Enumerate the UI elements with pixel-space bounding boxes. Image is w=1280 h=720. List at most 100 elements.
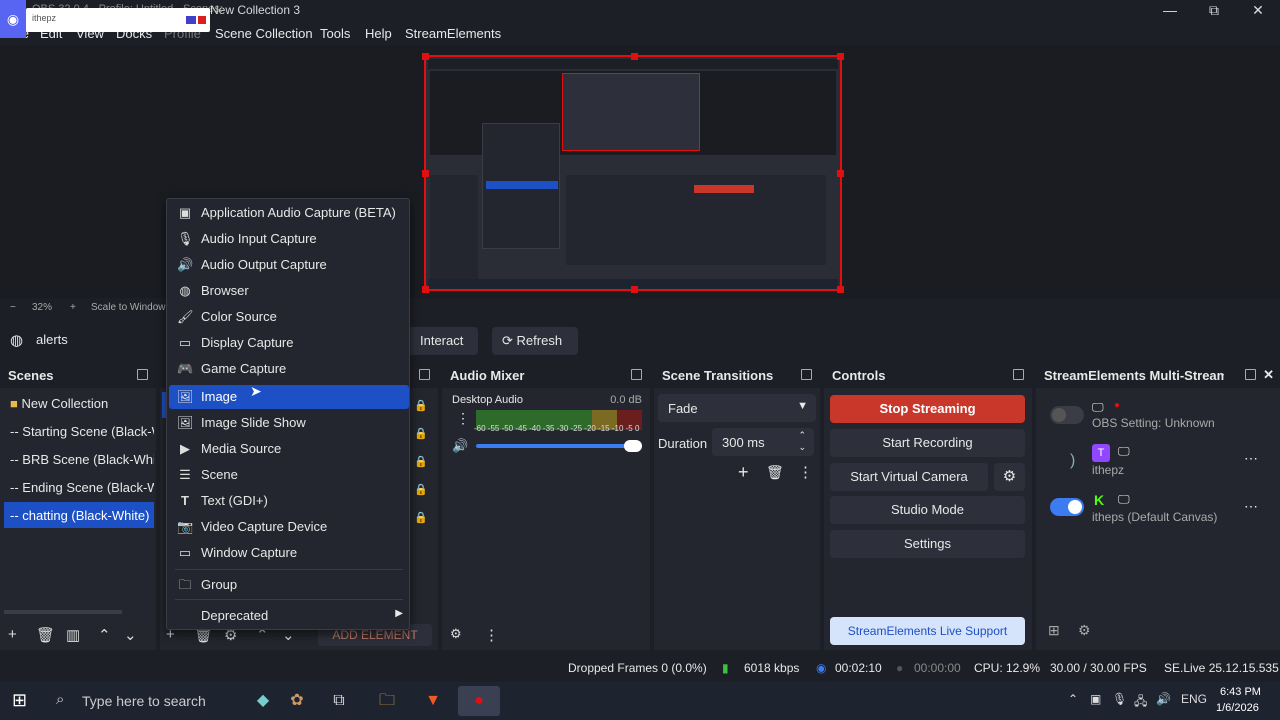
brave-icon[interactable]: ▼	[416, 686, 450, 716]
volume-slider-handle[interactable]	[624, 440, 642, 452]
undock-icon[interactable]	[1245, 369, 1256, 380]
scale-to-window[interactable]: Scale to Window	[91, 302, 165, 313]
undock-icon[interactable]	[801, 369, 812, 380]
studio-mode-button[interactable]: Studio Mode	[830, 496, 1025, 524]
start-recording-button[interactable]: Start Recording	[830, 429, 1025, 457]
gear-icon[interactable]: ⚙	[450, 626, 462, 642]
menu-item-browser[interactable]: ◍ Browser	[169, 279, 409, 303]
scrollbar[interactable]	[4, 610, 122, 614]
stream-toggle[interactable]	[1050, 498, 1084, 516]
settings-button[interactable]: Settings	[830, 530, 1025, 558]
file-explorer-icon[interactable]: 🗀	[370, 686, 404, 716]
menu-item-image[interactable]: 🖼 Image	[169, 385, 409, 409]
add-icon[interactable]: +	[738, 462, 749, 483]
stream-toggle[interactable]	[1050, 406, 1084, 424]
zoom-in-button[interactable]: +	[70, 302, 76, 313]
lock-icon[interactable]: 🔒	[414, 399, 428, 412]
scene-item[interactable]: -- BRB Scene (Black-White)	[4, 446, 154, 472]
language-indicator[interactable]: ENG	[1181, 692, 1207, 706]
menu-item-group[interactable]: 🗀 Group	[169, 573, 409, 597]
add-source-menu: ▣ Application Audio Capture (BETA) 🎙 Audio…	[166, 198, 410, 630]
menu-item-scene[interactable]: ☰ Scene	[169, 463, 409, 487]
widget-icon[interactable]: ✿	[280, 686, 314, 716]
trash-icon[interactable]: 🗑	[766, 464, 784, 481]
undock-icon[interactable]	[1013, 369, 1024, 380]
speaker-icon[interactable]: 🔊	[452, 438, 468, 454]
transition-select[interactable]: Fade ▼	[658, 394, 816, 422]
add-icon[interactable]: +	[8, 626, 17, 643]
more-icon[interactable]: ⋯	[1244, 498, 1258, 515]
scene-item[interactable]: ■ New Collection	[4, 390, 154, 416]
scene-item[interactable]: -- Ending Scene (Black-White)	[4, 474, 154, 500]
menu-streamelements[interactable]: StreamElements	[405, 26, 501, 41]
more-icon[interactable]: ⋮	[456, 410, 470, 427]
stream-preview[interactable]	[422, 53, 844, 293]
refresh-button[interactable]: ⟳ Refresh	[492, 327, 578, 355]
up-arrow-icon[interactable]: ⌃	[98, 626, 111, 644]
undock-icon[interactable]	[631, 369, 642, 380]
more-icon[interactable]: ⋮	[798, 463, 813, 481]
menu-item-video-capture[interactable]: 📷 Video Capture Device	[169, 515, 409, 539]
network-icon[interactable]: 🖧	[1134, 692, 1147, 713]
stop-streaming-button[interactable]: Stop Streaming	[830, 395, 1025, 423]
volume-slider[interactable]	[476, 444, 642, 448]
microphone-icon: 🎙	[177, 231, 194, 246]
menu-item-image-slide-show[interactable]: 🖼 Image Slide Show	[169, 411, 409, 435]
lock-icon[interactable]: 🔒	[414, 455, 428, 468]
more-icon[interactable]: ⋮	[484, 626, 499, 644]
lock-icon[interactable]: 🔒	[414, 483, 428, 496]
menu-item-deprecated[interactable]: Deprecated ▶	[169, 604, 409, 628]
stepper-up-icon[interactable]: ⌃	[798, 430, 806, 441]
zoom-out-button[interactable]: −	[10, 302, 16, 313]
windows-start-icon[interactable]: ⊞	[12, 690, 27, 711]
speaker-icon[interactable]: 🔊	[1156, 692, 1171, 706]
filter-icon[interactable]: ▥	[66, 626, 80, 644]
menu-item-window-capture[interactable]: ▭ Window Capture	[169, 541, 409, 565]
virtual-camera-settings-button[interactable]: ⚙	[994, 463, 1025, 491]
task-view-icon[interactable]: ⧉	[322, 686, 356, 716]
weather-icon[interactable]: ◆	[246, 686, 280, 716]
menu-scene-collection[interactable]: Scene Collection	[215, 26, 313, 41]
scene-item-selected[interactable]: -- chatting (Black-White)	[4, 502, 154, 528]
start-virtual-camera-button[interactable]: Start Virtual Camera	[830, 463, 988, 491]
menu-item-application-audio[interactable]: ▣ Application Audio Capture (BETA)	[169, 201, 409, 225]
down-arrow-icon[interactable]: ⌄	[124, 626, 137, 644]
menu-item-display-capture[interactable]: ▭ Display Capture	[169, 331, 409, 355]
toggle-partial-icon[interactable]: )	[1070, 452, 1075, 470]
live-icon: ◉	[816, 661, 827, 675]
menu-item-text[interactable]: T Text (GDI+)	[169, 489, 409, 513]
duration-input[interactable]: 300 ms ⌃ ⌄	[712, 428, 814, 456]
scene-item[interactable]: -- Starting Scene (Black-White)	[4, 418, 154, 444]
add-icon[interactable]: ⊞	[1048, 622, 1060, 639]
stepper-down-icon[interactable]: ⌄	[798, 442, 806, 453]
close-icon[interactable]: ✕	[1263, 367, 1274, 383]
menu-item-audio-input[interactable]: 🎙 Audio Input Capture	[169, 227, 409, 251]
close-window-button[interactable]: ✕	[1236, 0, 1280, 22]
maximize-button[interactable]: ⧉	[1192, 0, 1236, 22]
tray-app-icon[interactable]: ▣	[1090, 692, 1101, 706]
live-support-button[interactable]: StreamElements Live Support	[830, 617, 1025, 645]
menu-help[interactable]: Help	[365, 26, 392, 41]
search-placeholder: Type here to search	[82, 693, 206, 709]
monitor-icon: 🖵	[1118, 492, 1130, 506]
gear-icon[interactable]: ⚙	[1078, 622, 1091, 639]
lock-icon[interactable]: 🔒	[414, 427, 428, 440]
menu-tools[interactable]: Tools	[320, 26, 350, 41]
menu-item-audio-output[interactable]: 🔊 Audio Output Capture	[169, 253, 409, 277]
menu-item-color-source[interactable]: 🖌 Color Source	[169, 305, 409, 329]
clock-date[interactable]: 1/6/2026	[1216, 702, 1259, 714]
taskbar-search[interactable]: ⌕ Type here to search	[46, 682, 246, 720]
menu-item-game-capture[interactable]: 🎮 Game Capture	[169, 357, 409, 381]
minimize-button[interactable]: —	[1148, 0, 1192, 22]
lock-icon[interactable]: 🔒	[414, 511, 428, 524]
clock-time[interactable]: 6:43 PM	[1220, 686, 1261, 698]
undock-icon[interactable]	[137, 369, 148, 380]
undock-icon[interactable]	[419, 369, 430, 380]
menu-item-media-source[interactable]: ▶ Media Source	[169, 437, 409, 461]
more-icon[interactable]: ⋯	[1244, 450, 1258, 467]
tray-expand-icon[interactable]: ⌃	[1068, 692, 1078, 706]
interact-button[interactable]: Interact	[398, 327, 478, 355]
trash-icon[interactable]: 🗑	[36, 626, 55, 644]
microphone-icon[interactable]: 🎙	[1112, 692, 1127, 706]
obs-taskbar-icon[interactable]: ●	[458, 686, 500, 716]
